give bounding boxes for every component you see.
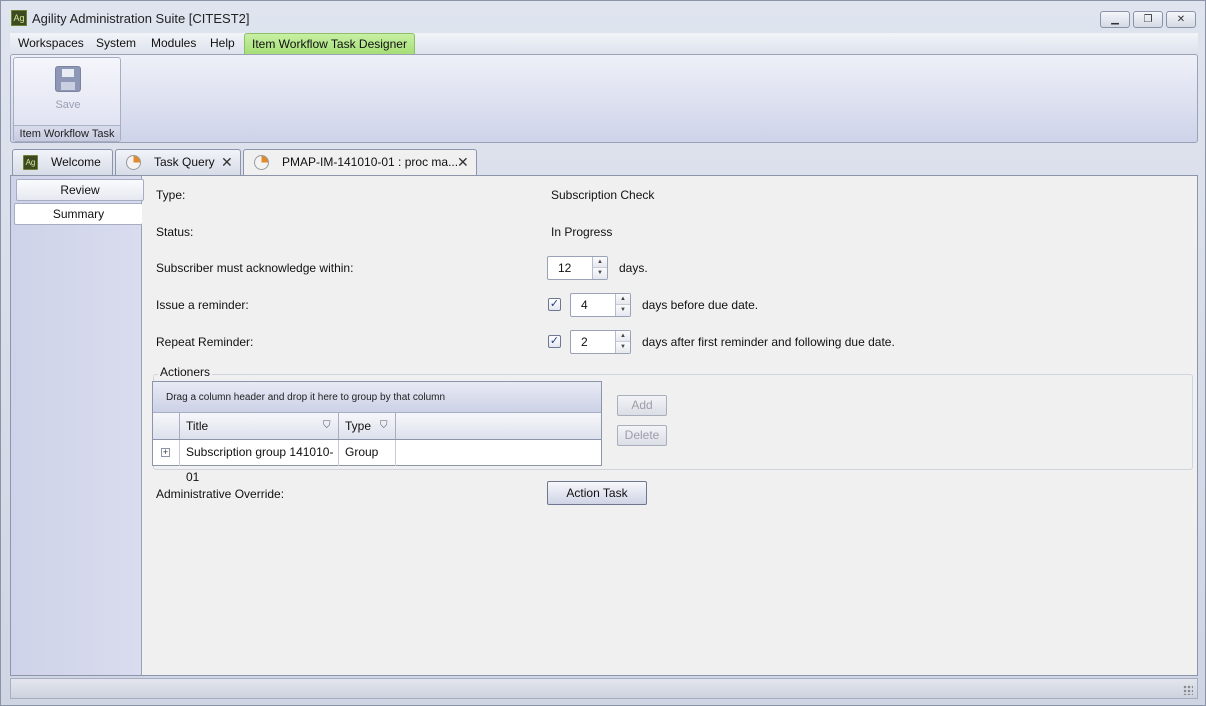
cell-type: Group	[339, 440, 396, 466]
filter-icon[interactable]: ⛉	[380, 420, 391, 431]
table-row[interactable]: + Subscription group 141010-01 Group	[153, 440, 601, 484]
expander-header	[153, 413, 180, 439]
save-button[interactable]: Save	[14, 58, 120, 124]
type-label: Type:	[156, 188, 186, 202]
reminder-days-input[interactable]	[571, 294, 615, 316]
nav-summary[interactable]: Summary	[14, 203, 142, 225]
task-clock-icon	[126, 155, 141, 170]
close-tab-icon[interactable]: ✕	[221, 150, 233, 175]
check-icon: ✓	[549, 298, 560, 310]
menu-workspaces[interactable]: Workspaces	[14, 33, 88, 54]
menu-help[interactable]: Help	[206, 33, 239, 54]
close-tab-icon[interactable]: ✕	[457, 150, 469, 175]
menu-system[interactable]: System	[92, 33, 140, 54]
repeat-days-spinner: ▲ ▼	[570, 330, 631, 354]
tab-task-query-label: Task Query	[154, 155, 215, 169]
delete-actioner-button[interactable]: Delete	[617, 425, 667, 446]
ribbon-group-caption: Item Workflow Task	[14, 125, 120, 141]
administrative-override-label: Administrative Override:	[156, 487, 285, 501]
expand-icon[interactable]: +	[161, 448, 170, 457]
window-title: Agility Administration Suite [CITEST2]	[32, 11, 250, 26]
close-icon: ✕	[1176, 14, 1186, 25]
summary-content: Type: Subscription Check Status: In Prog…	[143, 176, 1197, 675]
status-label: Status:	[156, 225, 194, 239]
actioners-grid: Drag a column header and drop it here to…	[152, 381, 602, 484]
reminder-label: Issue a reminder:	[156, 298, 249, 312]
action-task-button[interactable]: Action Task	[547, 481, 647, 505]
expander-cell: +	[153, 440, 180, 466]
repeat-reminder-checkbox[interactable]: ✓	[548, 335, 561, 348]
menu-item-workflow-task-designer[interactable]: Item Workflow Task Designer	[244, 33, 415, 54]
task-designer-panel: Review Summary Type: Subscription Check …	[10, 175, 1198, 676]
side-navigation: Review Summary	[11, 176, 144, 675]
agility-icon: Ag	[23, 155, 38, 170]
actioners-legend: Actioners	[158, 365, 213, 379]
acknowledge-days-spinner: ▲ ▼	[547, 256, 608, 280]
spin-up-icon[interactable]: ▲	[615, 331, 630, 342]
menu-bar: Workspaces System Modules Help Item Work…	[10, 33, 1198, 54]
repeat-suffix: days after first reminder and following …	[642, 335, 895, 349]
spin-up-icon[interactable]: ▲	[615, 294, 630, 305]
reminder-days-spinner: ▲ ▼	[570, 293, 631, 317]
ribbon-group-item-workflow-task: Save Item Workflow Task	[13, 57, 121, 142]
reminder-suffix: days before due date.	[642, 298, 759, 312]
reminder-checkbox[interactable]: ✓	[548, 298, 561, 311]
column-title-label: Title	[186, 419, 209, 433]
title-bar: Ag Agility Administration Suite [CITEST2…	[1, 1, 1205, 33]
acknowledge-suffix: days.	[619, 261, 648, 275]
save-icon	[55, 66, 81, 92]
tab-task-query[interactable]: Task Query ✕	[115, 149, 241, 175]
minimize-icon: ▁	[1111, 14, 1119, 25]
tab-pmap-task[interactable]: PMAP-IM-141010-01 : proc ma... ✕	[243, 149, 477, 176]
repeat-days-input[interactable]	[571, 331, 615, 353]
spin-down-icon[interactable]: ▼	[615, 342, 630, 353]
ribbon: Save Item Workflow Task	[10, 54, 1198, 143]
tab-welcome-label: Welcome	[51, 155, 101, 169]
tab-welcome[interactable]: Ag Welcome	[12, 149, 113, 175]
close-window-button[interactable]: ✕	[1166, 11, 1196, 28]
tab-pmap-label: PMAP-IM-141010-01 : proc ma...	[282, 155, 459, 169]
resize-grip-icon[interactable]	[1183, 685, 1193, 695]
spin-down-icon[interactable]: ▼	[615, 305, 630, 316]
agility-app-icon: Ag	[11, 10, 27, 26]
check-icon: ✓	[549, 335, 560, 347]
column-header-type[interactable]: Type ⛉	[339, 413, 396, 439]
task-clock-icon	[254, 155, 269, 170]
menu-modules[interactable]: Modules	[147, 33, 200, 54]
column-header-title[interactable]: Title ⛉	[180, 413, 339, 439]
nav-review[interactable]: Review	[16, 179, 144, 201]
spin-up-icon[interactable]: ▲	[592, 257, 607, 268]
status-value: In Progress	[551, 225, 613, 239]
status-bar	[10, 678, 1198, 699]
document-tabs: Ag Welcome Task Query ✕ PMAP-IM-141010-0…	[10, 149, 1198, 176]
minimize-button[interactable]: ▁	[1100, 11, 1130, 28]
group-by-panel[interactable]: Drag a column header and drop it here to…	[153, 382, 601, 413]
cell-title: Subscription group 141010-01	[180, 440, 339, 484]
restore-icon: ❐	[1143, 14, 1153, 25]
repeat-reminder-label: Repeat Reminder:	[156, 335, 254, 349]
spin-down-icon[interactable]: ▼	[592, 268, 607, 279]
app-window: Ag Agility Administration Suite [CITEST2…	[0, 0, 1206, 706]
acknowledge-days-input[interactable]	[548, 257, 592, 279]
add-actioner-button[interactable]: Add	[617, 395, 667, 416]
type-value: Subscription Check	[551, 188, 655, 202]
acknowledge-label: Subscriber must acknowledge within:	[156, 261, 354, 275]
column-type-label: Type	[345, 419, 372, 433]
grid-header: Title ⛉ Type ⛉	[153, 413, 601, 440]
save-label: Save	[55, 99, 81, 111]
maximize-button[interactable]: ❐	[1133, 11, 1163, 28]
filter-icon[interactable]: ⛉	[323, 420, 334, 431]
